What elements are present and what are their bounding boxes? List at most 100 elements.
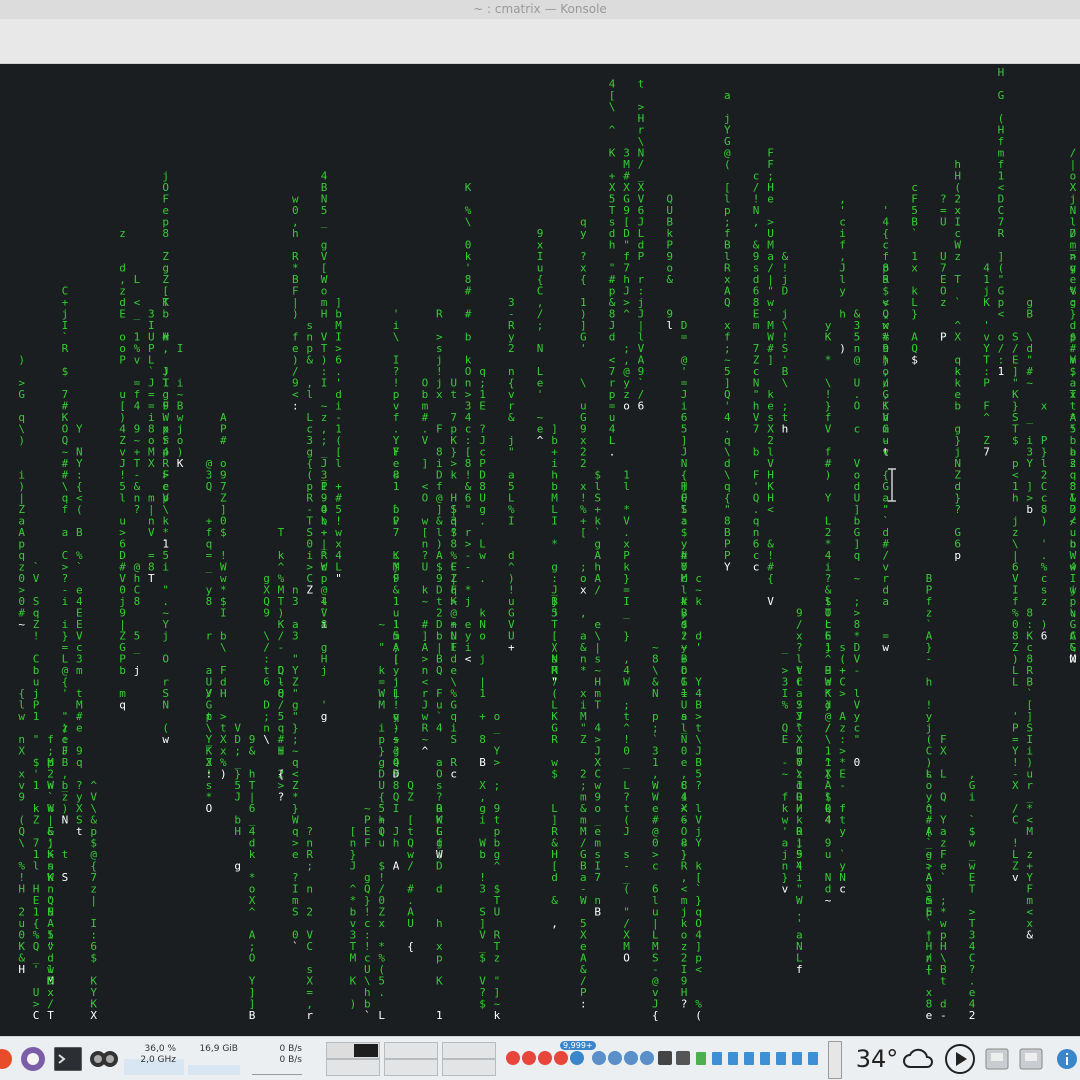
tray-app-icon[interactable] xyxy=(592,1051,606,1065)
tray-app-icon[interactable] xyxy=(676,1051,690,1065)
matrix-glyph: U xyxy=(494,906,501,919)
play-icon[interactable] xyxy=(942,1037,978,1080)
matrix-glyph: V xyxy=(148,526,155,539)
matrix-glyph: h xyxy=(1012,492,1019,505)
tray-app-icon[interactable] xyxy=(570,1051,584,1065)
matrix-glyph: b xyxy=(753,446,760,459)
matrix-glyph: ) xyxy=(350,998,357,1011)
matrix-glyph: d xyxy=(609,331,616,344)
drive-icon[interactable] xyxy=(982,1037,1012,1080)
matrix-glyph: ! xyxy=(1070,423,1077,436)
matrix-glyph: 8 xyxy=(162,227,169,240)
document-icon[interactable] xyxy=(792,1052,802,1065)
chrome-icon[interactable] xyxy=(554,1051,568,1065)
matrix-glyph: w xyxy=(479,549,486,562)
pager-desktop-2[interactable] xyxy=(384,1042,438,1059)
matrix-glyph: & xyxy=(306,354,313,367)
chrome-icon[interactable] xyxy=(538,1051,552,1065)
matrix-glyph: V xyxy=(33,572,40,585)
matrix-glyph: l xyxy=(623,480,630,493)
matrix-glyph: 4 xyxy=(1070,561,1077,574)
matrix-glyph: p xyxy=(954,549,961,562)
matrix-glyph: j xyxy=(162,630,169,643)
matrix-glyph: e xyxy=(292,848,299,861)
matrix-glyph: b xyxy=(119,664,126,677)
matrix-rain: {lwnXxv9(Q\%!H2u0K&H)>Gq\)i)|ZaApqz0>0#~… xyxy=(18,66,1077,1022)
scroll-handle[interactable] xyxy=(828,1041,842,1079)
matrix-glyph: { xyxy=(580,273,587,286)
matrix-glyph: J xyxy=(623,825,630,838)
matrix-glyph: U xyxy=(940,216,947,229)
info-icon[interactable] xyxy=(1054,1037,1080,1080)
terminal-area[interactable]: {l w n Xx v 9(Q \%! H 2 u 0 K & H) > Gq \) i) | Za Ap q z 0 >0 # ~… xyxy=(0,64,1080,1028)
matrix-glyph: L xyxy=(940,768,947,781)
chrome-icon[interactable] xyxy=(506,1051,520,1065)
tray-app-icon[interactable] xyxy=(640,1051,654,1065)
matrix-glyph: _ xyxy=(623,756,630,769)
pager-desktop-5[interactable] xyxy=(384,1059,438,1076)
pager-desktop-1[interactable] xyxy=(326,1042,380,1059)
matrix-glyph: H xyxy=(18,963,25,976)
matrix-glyph: e xyxy=(767,193,774,206)
matrix-glyph: k xyxy=(450,469,457,482)
matrix-glyph: q xyxy=(854,549,861,562)
matrix-glyph: l xyxy=(335,457,342,470)
document-icon[interactable] xyxy=(744,1052,754,1065)
chrome-icon[interactable] xyxy=(522,1051,536,1065)
tray-app-icon[interactable] xyxy=(658,1051,672,1065)
matrix-glyph: o xyxy=(479,630,486,643)
matrix-glyph: d xyxy=(436,883,443,896)
matrix-glyph: l xyxy=(33,860,40,873)
document-icon[interactable] xyxy=(728,1052,738,1065)
tray-app-icon[interactable] xyxy=(608,1051,622,1065)
matrix-glyph: x xyxy=(580,584,587,597)
terminal-icon[interactable] xyxy=(52,1037,84,1080)
matrix-glyph: Z xyxy=(306,584,313,597)
document-icon[interactable] xyxy=(712,1052,722,1065)
matrix-glyph: O xyxy=(854,400,861,413)
matrix-glyph: _ xyxy=(1026,411,1033,424)
matrix-glyph: i xyxy=(62,595,69,608)
matrix-glyph: D xyxy=(782,285,789,298)
document-icon[interactable] xyxy=(776,1052,786,1065)
matrix-glyph: ~ xyxy=(854,572,861,585)
document-icon[interactable] xyxy=(760,1052,770,1065)
pager-desktop-3[interactable] xyxy=(442,1042,496,1059)
temperature-display[interactable]: 34° xyxy=(852,1037,902,1080)
matrix-glyph: _ xyxy=(321,446,328,459)
matrix-glyph: c xyxy=(450,768,457,781)
drive-icon[interactable] xyxy=(1016,1037,1046,1080)
matrix-glyph: ~ xyxy=(782,768,789,781)
matrix-glyph: 7 xyxy=(983,446,990,459)
matrix-glyph: - xyxy=(839,779,846,792)
matrix-glyph: _ xyxy=(494,722,501,735)
matrix-glyph: Z xyxy=(407,791,414,804)
pager-desktop-4[interactable] xyxy=(326,1059,380,1076)
matrix-glyph: ' xyxy=(695,641,702,654)
tray-app-icon[interactable] xyxy=(624,1051,638,1065)
matrix-glyph: 1 xyxy=(436,1009,443,1022)
matrix-glyph: P xyxy=(119,354,126,367)
matrix-glyph: . xyxy=(609,446,616,459)
matrix-glyph: M xyxy=(350,952,357,965)
matrix-glyph: < xyxy=(998,308,1005,321)
matrix-glyph: B xyxy=(76,526,83,539)
matrix-glyph: j xyxy=(1070,584,1077,597)
browser-icon[interactable] xyxy=(18,1037,48,1080)
matrix-glyph: M xyxy=(1026,825,1033,838)
app-launcher-icon[interactable] xyxy=(0,1037,14,1080)
document-icon[interactable] xyxy=(696,1052,706,1065)
document-icon[interactable] xyxy=(808,1052,818,1065)
matrix-glyph: - xyxy=(854,664,861,677)
window-titlebar[interactable]: ~ : cmatrix — Konsole xyxy=(0,0,1080,20)
matrix-glyph: V xyxy=(206,687,213,700)
matrix-glyph: ; xyxy=(306,860,313,873)
matrix-glyph: _ xyxy=(681,722,688,735)
pager-desktop-6[interactable] xyxy=(442,1059,496,1076)
matrix-glyph: ^ xyxy=(537,434,544,447)
matrix-glyph: U xyxy=(407,917,414,930)
matrix-glyph: 7 xyxy=(594,871,601,884)
matrix-glyph: P xyxy=(940,331,947,344)
system-monitor-icon[interactable] xyxy=(88,1037,120,1080)
matrix-glyph: v xyxy=(782,883,789,896)
